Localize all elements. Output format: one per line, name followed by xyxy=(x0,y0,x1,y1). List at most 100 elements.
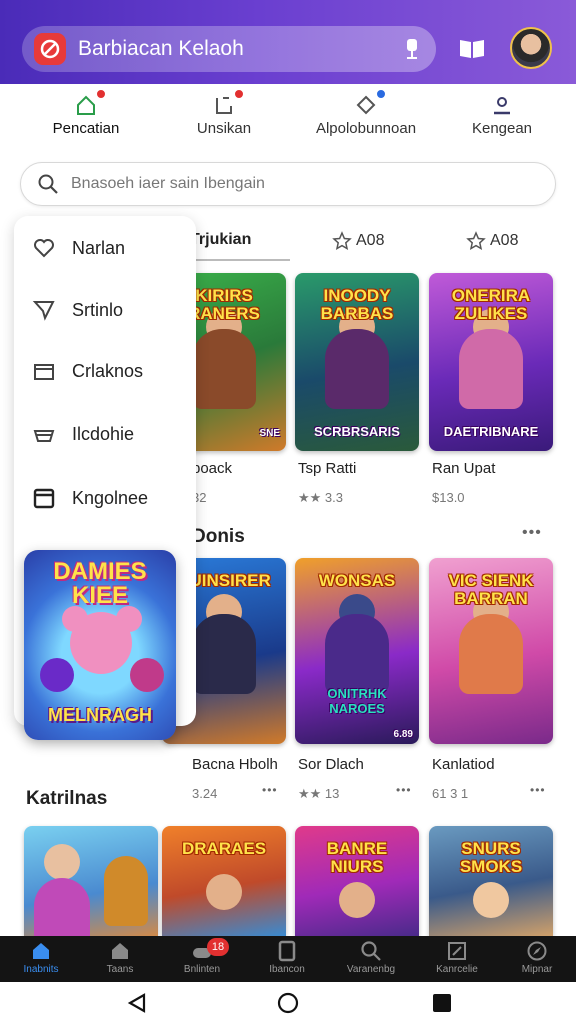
nav-label: Taans xyxy=(106,964,134,975)
more-options-icon[interactable]: ••• xyxy=(262,783,278,797)
subtab-a08-1[interactable]: A08 xyxy=(332,231,384,251)
game-name[interactable]: Tsp Ratti xyxy=(298,460,356,477)
character-body xyxy=(34,878,90,936)
game-meta: 61 3 1 xyxy=(432,786,469,801)
character-body xyxy=(192,329,256,409)
more-options-icon[interactable]: ••• xyxy=(522,524,542,542)
game-card[interactable]: SNURS SMOKS xyxy=(429,826,553,936)
drawer-item-label: Kngolnee xyxy=(72,487,149,508)
tablet-icon xyxy=(278,940,296,962)
nav-item-home[interactable]: Inabnits xyxy=(0,940,82,975)
game-name[interactable]: Sor Dlach xyxy=(298,756,364,773)
search-icon xyxy=(38,174,58,194)
star-icon xyxy=(466,231,486,250)
tab-kengean[interactable]: Kengean xyxy=(430,94,574,137)
drawer-item-srtinlo[interactable]: Srtinlo xyxy=(32,298,123,322)
category-tabs: Pencatian Unsikan Alpolobunnoan Kengean xyxy=(0,84,576,154)
drawer-item-narlan[interactable]: Narlan xyxy=(32,236,125,260)
game-card[interactable]: WONSAS ONITRHK NAROES 6.89 xyxy=(295,558,419,744)
home-button-icon[interactable] xyxy=(277,992,299,1014)
card-subtitle: DAETRIBNARE xyxy=(443,424,539,439)
promo-subtitle: MELNRAGH xyxy=(48,705,152,725)
recents-icon[interactable] xyxy=(432,992,452,1014)
search-icon xyxy=(361,941,381,961)
game-rating: ★★ 13 xyxy=(298,786,340,801)
subtab-label: Trjukian xyxy=(190,231,252,248)
search-input[interactable]: Bnasoeh iaer sain Ibengain xyxy=(20,162,556,206)
drawer-promo-banner[interactable]: DAMIES KIEE MELNRAGH xyxy=(24,550,176,740)
game-card[interactable]: BANRE NIURS xyxy=(295,826,419,936)
subtab-label: A08 xyxy=(490,232,519,249)
frame-icon xyxy=(448,942,466,960)
nav-item-compass[interactable]: Mipnar xyxy=(496,940,576,975)
tab-alpolobunnoan[interactable]: Alpolobunnoan xyxy=(294,88,438,137)
game-meta: 3.24 xyxy=(192,786,218,801)
nav-item-games[interactable]: 18 Bnlinten xyxy=(161,938,243,975)
app-search-pill[interactable]: Barbiacan Kelaoh xyxy=(22,26,436,72)
character-body xyxy=(459,329,523,409)
drawer-item-label: Ilcdohie xyxy=(72,423,135,444)
user-avatar[interactable] xyxy=(510,27,552,69)
tab-pencatian[interactable]: Pencatian xyxy=(14,88,158,137)
drawer-item-kngolnee[interactable]: Kngolnee xyxy=(32,486,148,510)
store-icon xyxy=(112,943,128,959)
nav-item-frame[interactable]: Kanrcelie xyxy=(416,940,498,975)
box-icon xyxy=(33,488,55,509)
game-card[interactable]: ONERIRA ZULIKES DAETRIBNARE xyxy=(429,273,553,451)
book-icon[interactable] xyxy=(458,38,486,60)
section-title: Donis xyxy=(192,526,245,547)
tab-unsikan[interactable]: Unsikan xyxy=(152,88,296,137)
tab-label: Pencatian xyxy=(52,120,120,137)
game-name[interactable]: Ran Upat xyxy=(432,460,495,477)
subtab-trjukian[interactable]: Trjukian xyxy=(190,231,251,249)
pet-character xyxy=(104,856,148,926)
card-tag: 6.89 xyxy=(393,729,413,740)
sub-tabs: Trjukian A08 A08 xyxy=(190,225,576,261)
game-card[interactable]: VIC SIENK BARRAN xyxy=(429,558,553,744)
bottom-navigation: Inabnits Taans 18 Bnlinten Ibancon Varan… xyxy=(0,936,576,982)
top-app-bar: Barbiacan Kelaoh xyxy=(0,0,576,84)
app-logo-icon xyxy=(34,33,66,65)
nav-label: Mipnar xyxy=(521,964,553,975)
character-head xyxy=(339,882,375,918)
heart-icon xyxy=(34,239,54,258)
nav-item-store[interactable]: Taans xyxy=(79,940,161,975)
character-head xyxy=(206,874,242,910)
folder-icon xyxy=(34,364,54,380)
notification-dot xyxy=(233,88,245,100)
more-options-icon[interactable]: ••• xyxy=(396,783,412,797)
nav-label: Kanrcelie xyxy=(436,964,478,975)
subtab-indicator xyxy=(190,259,290,261)
back-icon[interactable] xyxy=(126,992,148,1014)
card-title: WONSAS xyxy=(318,571,396,590)
tab-label: Kengean xyxy=(471,120,533,137)
notification-dot xyxy=(95,88,107,100)
card-title: DRARAES xyxy=(181,839,267,858)
game-card[interactable] xyxy=(24,826,158,936)
drawer-item-ilcdohie[interactable]: Ilcdohie xyxy=(32,422,134,446)
nav-item-tablet[interactable]: Ibancon xyxy=(246,940,328,975)
subtab-a08-2[interactable]: A08 xyxy=(466,231,518,251)
nav-item-search[interactable]: Varanenbg xyxy=(330,940,412,975)
drawer-item-crlaknos[interactable]: Crlaknos xyxy=(32,359,143,383)
game-card[interactable]: INOODY BARBAS SCRBRSARIS xyxy=(295,273,419,451)
game-card[interactable]: DRARAES xyxy=(162,826,286,936)
card-subtitle: SCRBRSARIS xyxy=(314,424,400,439)
diamond-icon xyxy=(355,88,387,116)
section-title: Katrilnas xyxy=(26,788,108,809)
character-head xyxy=(44,844,80,880)
star-icon xyxy=(332,231,352,250)
character-body xyxy=(459,614,523,694)
card-subtitle: ONITRHK NAROES xyxy=(327,686,387,716)
promo-title: DAMIES KIEE xyxy=(53,558,147,609)
more-options-icon[interactable]: ••• xyxy=(530,783,546,797)
game-name[interactable]: boack xyxy=(192,460,232,477)
card-title: VIC SIENK BARRAN xyxy=(448,571,534,608)
system-navigation-bar xyxy=(0,982,576,1024)
home-icon xyxy=(75,88,107,116)
game-name[interactable]: Bacna Hbolh xyxy=(192,756,278,773)
mic-icon[interactable] xyxy=(402,38,422,60)
tab-label: Unsikan xyxy=(196,120,252,137)
app-title: Barbiacan Kelaoh xyxy=(78,37,244,60)
game-name[interactable]: Kanlatiod xyxy=(432,756,495,773)
